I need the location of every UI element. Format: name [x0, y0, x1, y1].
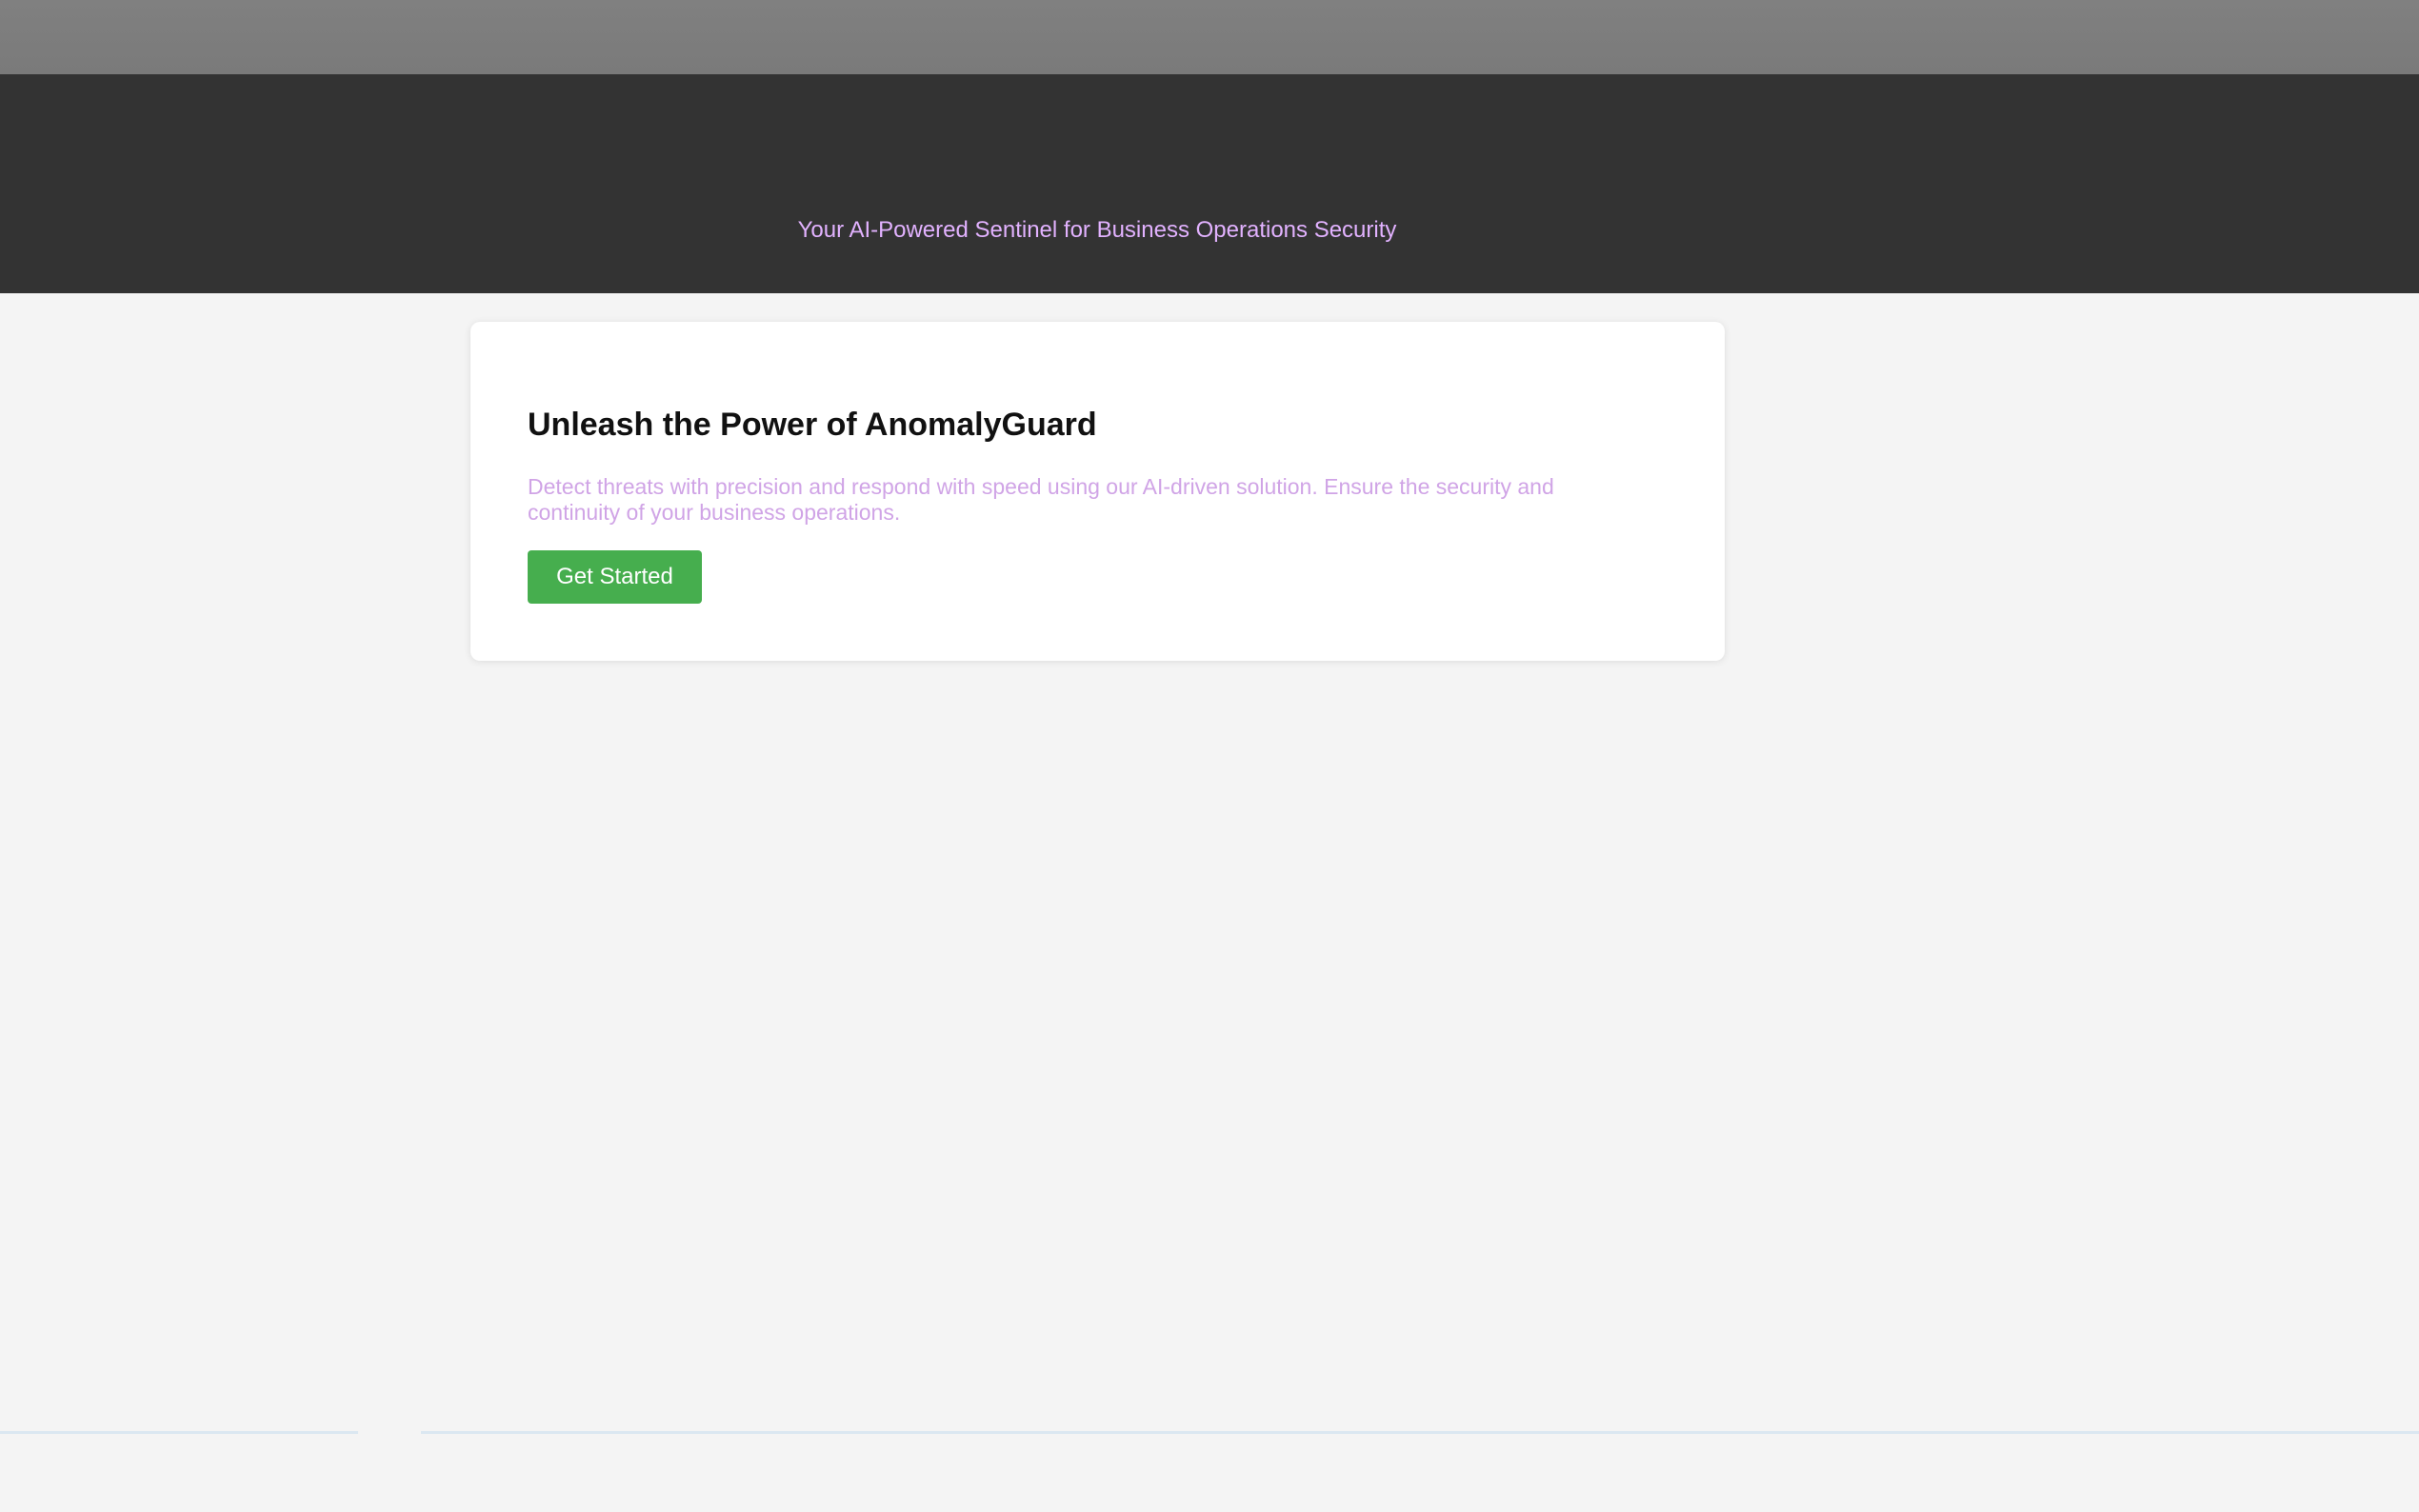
get-started-button[interactable]: Get Started — [528, 550, 702, 604]
header-tagline: Your AI-Powered Sentinel for Business Op… — [797, 217, 1397, 243]
bottom-divider-left — [0, 1431, 358, 1434]
hero-title: Unleash the Power of AnomalyGuard — [528, 407, 1097, 443]
hero-card: Unleash the Power of AnomalyGuard Detect… — [470, 322, 1725, 661]
hero-description: Detect threats with precision and respon… — [528, 474, 1554, 525]
page: Your AI-Powered Sentinel for Business Op… — [0, 0, 2419, 1512]
bottom-divider-right — [421, 1431, 2419, 1434]
browser-top-strip — [0, 0, 2419, 74]
site-header: Your AI-Powered Sentinel for Business Op… — [0, 74, 2419, 293]
